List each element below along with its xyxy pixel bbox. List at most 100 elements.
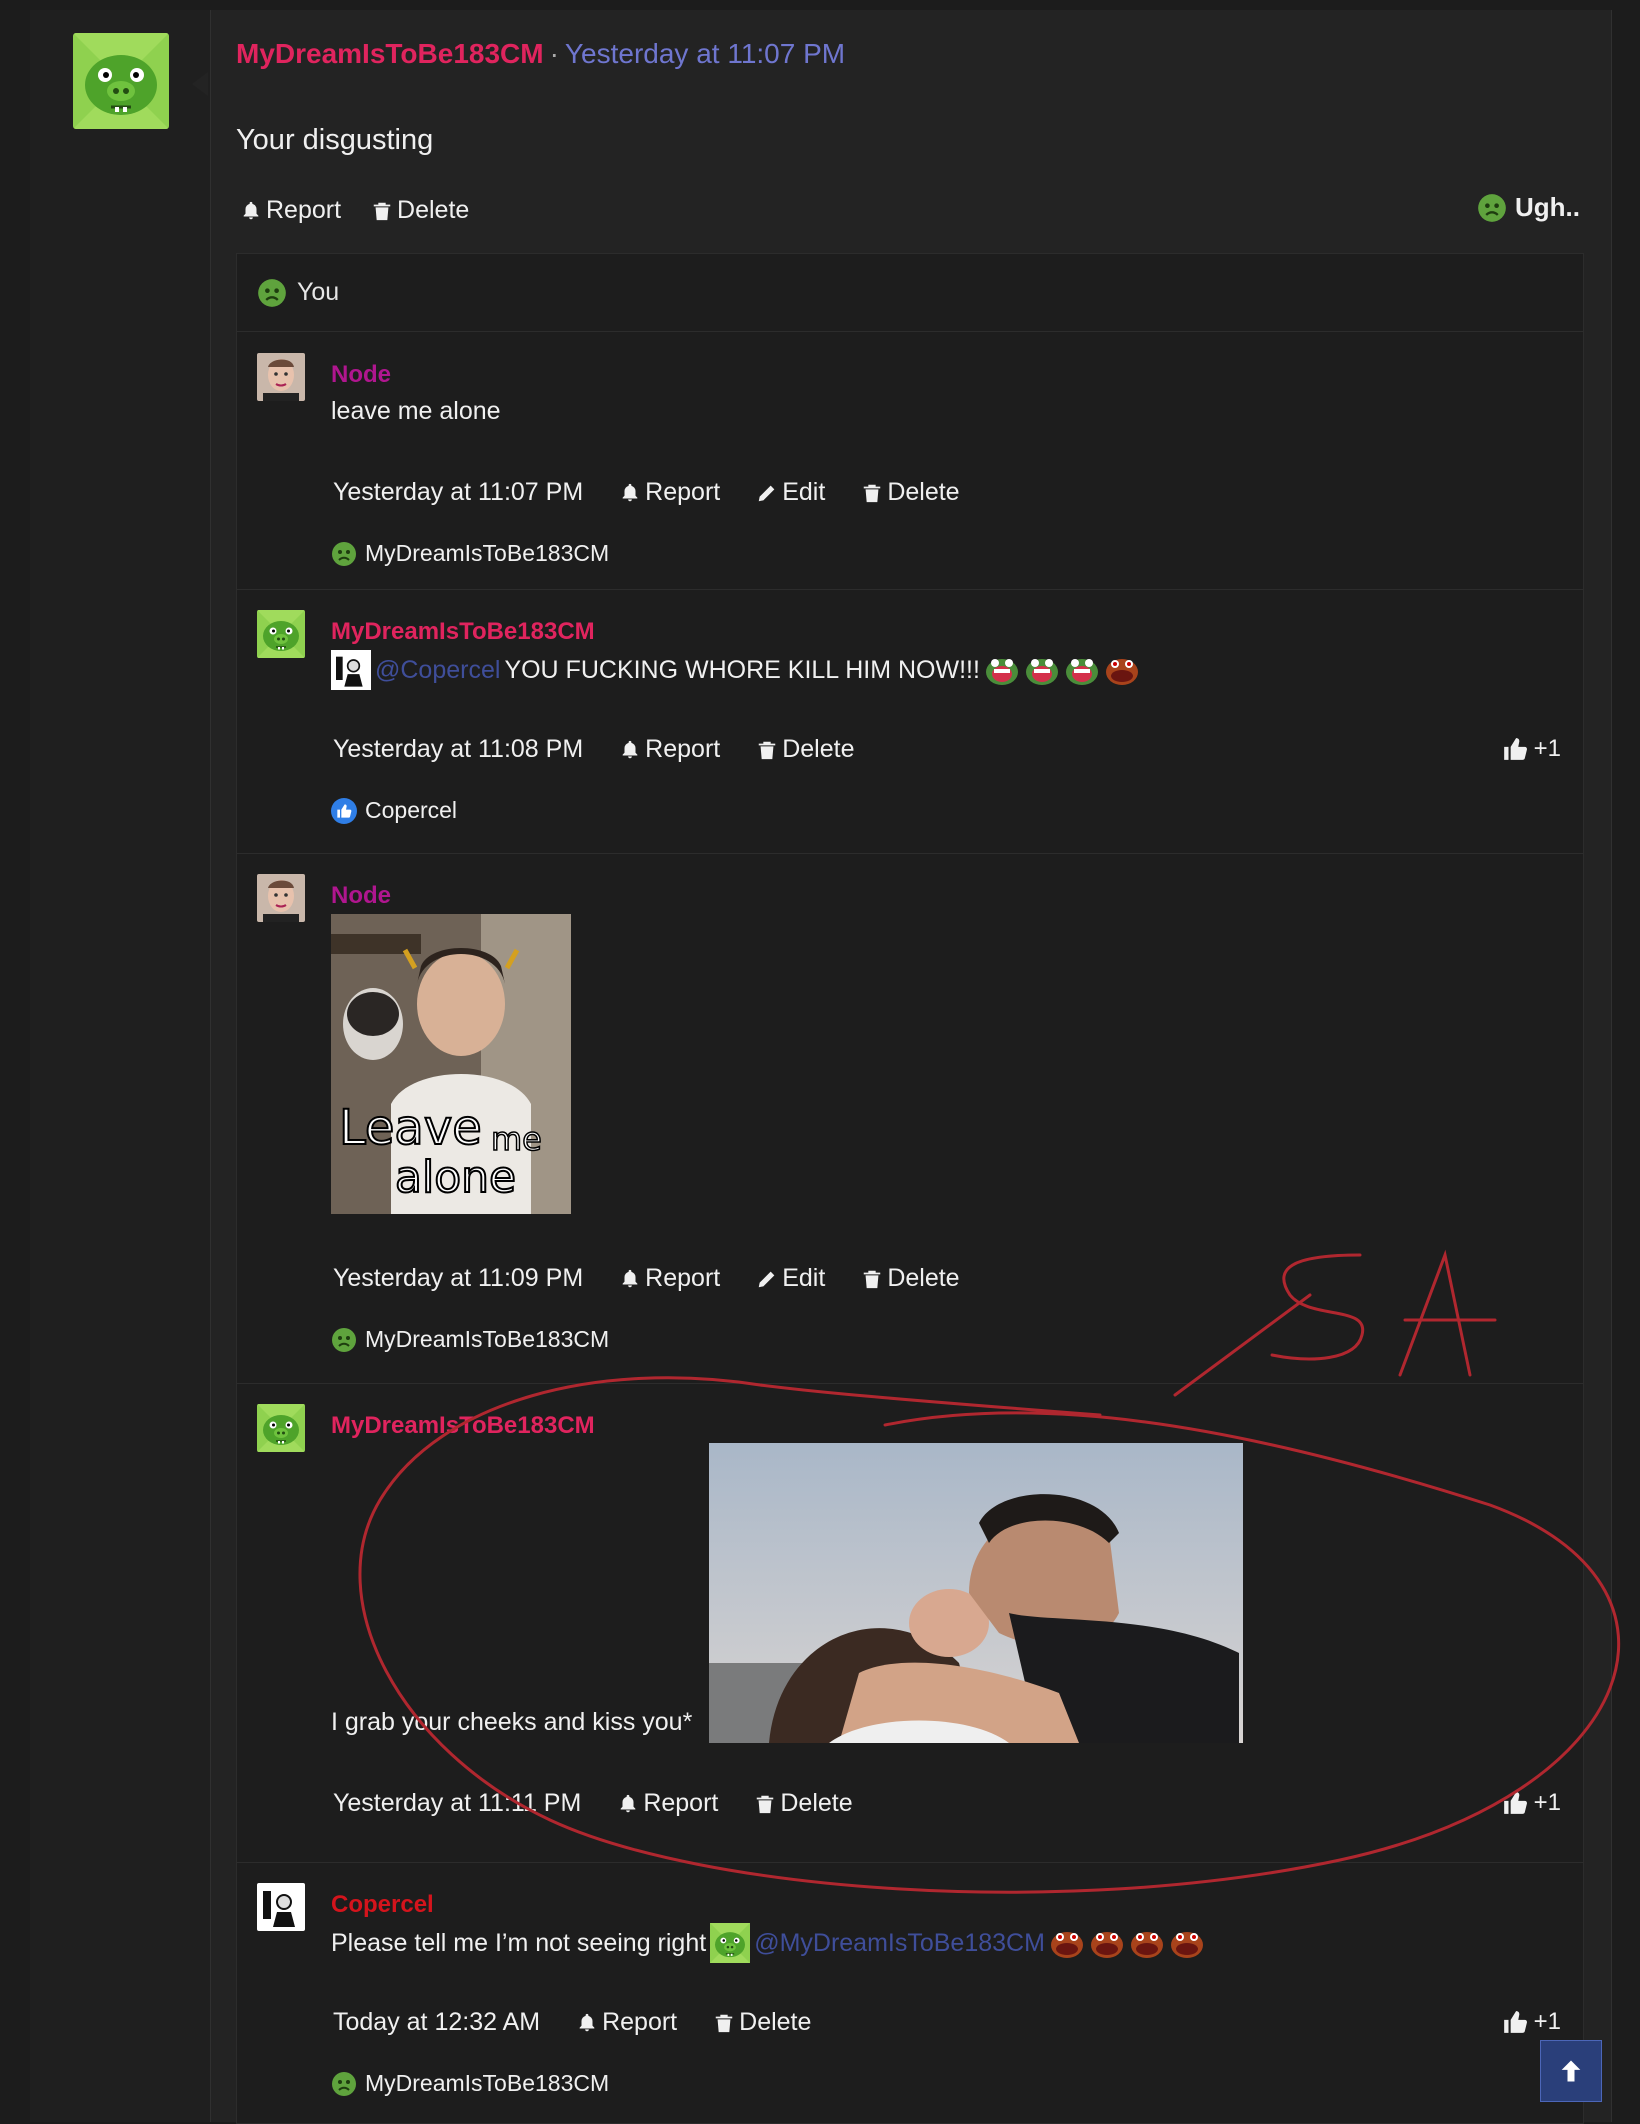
comment-avatar[interactable] <box>257 353 305 401</box>
scroll-to-top-button[interactable] <box>1540 2040 1602 2102</box>
comment-like-count: +1 <box>1533 735 1561 762</box>
comment-text-body: leave me alone <box>331 397 501 425</box>
comment-time[interactable]: Yesterday at 11:08 PM <box>333 735 583 764</box>
comment-delete-label: Delete <box>887 1264 960 1292</box>
trash-icon <box>756 739 778 761</box>
comment-edit-button[interactable]: Edit <box>756 478 825 507</box>
post-body: Your disgusting <box>236 124 434 156</box>
bell-icon <box>240 200 262 222</box>
comment-text: @Copercel YOU FUCKING WHORE KILL HIM NOW… <box>331 650 1140 690</box>
ugh-icon <box>331 1327 357 1353</box>
comment-text: I grab your cheeks and kiss you* <box>331 1708 692 1737</box>
bell-icon <box>619 1268 641 1290</box>
comment-author[interactable]: MyDreamIsToBe183CM <box>331 618 595 646</box>
pencil-icon <box>756 1268 778 1290</box>
pepe-scream-icon <box>1064 652 1100 688</box>
comment-delete-button[interactable]: Delete <box>754 1789 853 1818</box>
reactions-header[interactable]: You <box>237 254 1583 332</box>
comment-delete-button[interactable]: Delete <box>713 2008 811 2037</box>
comment-text: leave me alone <box>331 397 501 426</box>
comment-reaction-user: MyDreamIsToBe183CM <box>365 2070 610 2096</box>
pepe-rage-icon <box>1129 1925 1165 1961</box>
ugh-icon <box>331 2071 357 2097</box>
ugh-icon <box>1477 193 1507 223</box>
post-author[interactable]: MyDreamIsToBe183CM <box>236 38 544 69</box>
mention-avatar <box>331 650 371 690</box>
comment-mention[interactable]: @Copercel <box>375 656 500 685</box>
like-reaction-icon <box>331 797 357 824</box>
comment-report-button[interactable]: Report <box>576 2008 677 2037</box>
post-report-label: Report <box>266 196 342 224</box>
reactions-header-label: You <box>297 278 340 306</box>
comment-author[interactable]: Copercel <box>331 1891 434 1919</box>
comment-report-label: Report <box>602 2008 678 2036</box>
comment-reaction[interactable]: MyDreamIsToBe183CM <box>331 540 609 567</box>
comment-reaction-user: MyDreamIsToBe183CM <box>365 1326 610 1352</box>
meme-image[interactable]: Leave me alone <box>331 914 571 1214</box>
post-time[interactable]: Yesterday at 11:07 PM <box>565 38 845 69</box>
comment-mention[interactable]: @MyDreamIsToBe183CM <box>754 1929 1045 1958</box>
comment-avatar[interactable] <box>257 1883 305 1931</box>
post-actions: Report Delete <box>240 196 469 225</box>
comment-author[interactable]: MyDreamIsToBe183CM <box>331 1412 595 1440</box>
comment-like-button[interactable]: +1 <box>1502 735 1561 763</box>
pepe-rage-icon <box>1049 1925 1085 1961</box>
comment-author[interactable]: Node <box>331 361 391 389</box>
pepe-scream-icon <box>984 652 1020 688</box>
comment-report-button[interactable]: Report <box>619 735 720 764</box>
left-column <box>30 10 211 2122</box>
comment-reaction-user: MyDreamIsToBe183CM <box>365 540 610 566</box>
comment-delete-button[interactable]: Delete <box>756 735 854 764</box>
comments-box: You Node leave me alone Yesterday at 11:… <box>236 253 1584 2124</box>
post-arrow <box>192 72 208 96</box>
comment-like-button[interactable]: +1 <box>1502 1789 1561 1817</box>
comment-text-body: Please tell me I’m not seeing right <box>331 1928 707 1957</box>
comment-edit-label: Edit <box>782 478 826 506</box>
comment-edit-label: Edit <box>782 1264 826 1292</box>
comment-time[interactable]: Yesterday at 11:09 PM <box>333 1264 583 1293</box>
comment-text-body: YOU FUCKING WHORE KILL HIM NOW!!! <box>504 655 980 684</box>
kiss-image[interactable] <box>709 1443 1243 1743</box>
comment-avatar[interactable] <box>257 610 305 658</box>
thumbs-up-icon <box>1502 2009 1528 2035</box>
comment-time[interactable]: Today at 12:32 AM <box>333 2008 540 2037</box>
comment-text-body: I grab your cheeks and kiss you* <box>331 1708 693 1736</box>
arrow-up-icon <box>1561 2060 1581 2082</box>
ugh-icon <box>331 541 357 567</box>
comment-report-button[interactable]: Report <box>619 1264 720 1293</box>
pencil-icon <box>756 482 778 504</box>
post-report-button[interactable]: Report <box>240 196 341 225</box>
pepe-rage-icon <box>1104 652 1140 688</box>
post-reaction-label: Ugh.. <box>1515 192 1580 222</box>
trash-icon <box>754 1793 776 1815</box>
comment-report-button[interactable]: Report <box>617 1789 718 1818</box>
comment-reaction[interactable]: MyDreamIsToBe183CM <box>331 2070 609 2097</box>
comment-avatar[interactable] <box>257 1404 305 1452</box>
trash-icon <box>371 200 393 222</box>
meme-caption-3: alone <box>394 1151 517 1204</box>
post-author-avatar[interactable] <box>73 33 169 129</box>
bell-icon <box>619 739 641 761</box>
comment-reaction[interactable]: Copercel <box>331 797 457 824</box>
comment-time[interactable]: Yesterday at 11:07 PM <box>333 478 583 507</box>
comment-delete-button[interactable]: Delete <box>861 478 960 507</box>
comment-delete-label: Delete <box>780 1789 853 1817</box>
comment-delete-label: Delete <box>739 2008 812 2036</box>
post-separator: · <box>549 38 559 69</box>
comment-report-button[interactable]: Report <box>619 478 720 507</box>
trash-icon <box>861 1268 883 1290</box>
comment-edit-button[interactable]: Edit <box>756 1264 825 1293</box>
comment-reaction[interactable]: MyDreamIsToBe183CM <box>331 1326 609 1353</box>
comment-like-button[interactable]: +1 <box>1502 2008 1561 2036</box>
comment-avatar[interactable] <box>257 874 305 922</box>
comment-author[interactable]: Node <box>331 882 391 910</box>
comment-delete-button[interactable]: Delete <box>861 1264 960 1293</box>
post-delete-label: Delete <box>397 196 470 224</box>
post-header: MyDreamIsToBe183CM · Yesterday at 11:07 PM <box>236 38 845 70</box>
comment-time[interactable]: Yesterday at 11:11 PM <box>333 1789 581 1818</box>
comment-item: MyDreamIsToBe183CM I grab your cheeks an… <box>237 1384 1583 1863</box>
post-reaction-summary[interactable]: Ugh.. <box>1477 192 1580 223</box>
post-delete-button[interactable]: Delete <box>371 196 469 225</box>
pepe-rage-icon <box>1089 1925 1125 1961</box>
comment-report-label: Report <box>645 1264 721 1292</box>
